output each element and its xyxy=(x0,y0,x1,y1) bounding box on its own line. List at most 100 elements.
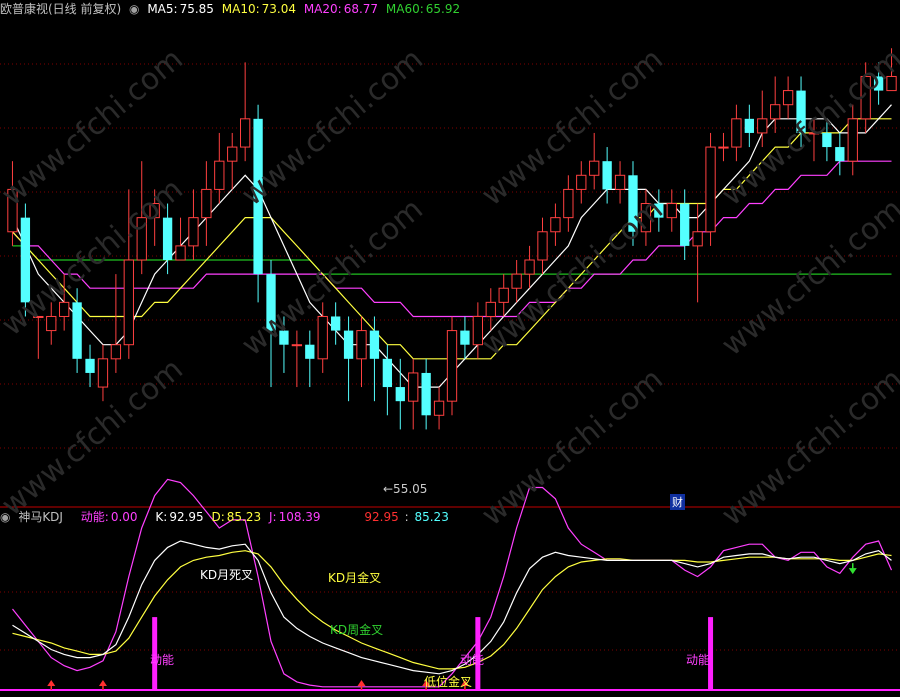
k-label: K: xyxy=(155,510,168,524)
candle-body-up xyxy=(576,174,587,190)
candle-body-down xyxy=(460,330,470,345)
kdj-title[interactable]: 神马KDJ xyxy=(18,510,63,524)
stock-title[interactable]: 欧普康视(日线 前复权) xyxy=(0,2,121,16)
candle-body-up xyxy=(227,146,238,162)
low-price-marker: ←55.05 xyxy=(383,482,428,496)
dongneng-label-2: 动能 xyxy=(460,653,485,667)
candle-body-up xyxy=(782,90,794,106)
candle-body-up xyxy=(550,217,561,233)
dongneng-label-1: 动能 xyxy=(150,653,175,667)
ma60-value: 65.92 xyxy=(425,2,461,16)
kd-week-gold-cross-label: KD周金叉 xyxy=(330,623,384,637)
candle-body-up xyxy=(524,259,535,275)
candle-body-up xyxy=(757,118,768,134)
separator-colon: : xyxy=(404,510,409,524)
k-value-red: 92.95 xyxy=(364,510,399,524)
candle-body-up xyxy=(33,315,44,318)
ma10-value: 73.04 xyxy=(261,2,296,16)
candle-body-down xyxy=(873,76,884,91)
kline-chart[interactable] xyxy=(0,0,900,697)
candle-body-up xyxy=(214,160,225,190)
candle-body-up xyxy=(201,188,212,219)
candle-body-up xyxy=(291,344,303,347)
j-value: 108.39 xyxy=(278,510,321,524)
dongneng-value: 0.00 xyxy=(110,510,138,524)
candle-body-up xyxy=(808,132,820,135)
price-panel-header: 欧普康视(日线 前复权) ◉ MA5: 75.85 MA10: 73.04 MA20… xyxy=(0,0,464,18)
candle-body-up xyxy=(7,188,18,233)
candle-body-up xyxy=(705,146,716,233)
d-value-cyan: 85.23 xyxy=(414,510,449,524)
candle-body-up xyxy=(537,231,548,261)
candle-body-down xyxy=(822,132,832,148)
candle-body-down xyxy=(382,358,393,388)
candle-body-up xyxy=(240,118,251,148)
candle-body-up xyxy=(589,160,600,176)
candle-body-down xyxy=(369,330,380,359)
d-value: 85.23 xyxy=(226,510,262,524)
candle-body-down xyxy=(20,217,31,303)
ma10-label: MA10: xyxy=(221,2,260,16)
candle-body-up xyxy=(123,259,134,346)
candle-body-down xyxy=(628,175,638,232)
candle-body-up xyxy=(408,372,419,402)
settings-circle-icon[interactable]: ◉ xyxy=(129,2,139,16)
candle-body-down xyxy=(395,387,405,402)
candle-body-up xyxy=(317,315,328,360)
candle-body-up xyxy=(46,315,57,332)
d-label: D: xyxy=(211,510,225,524)
candle-body-down xyxy=(162,217,173,260)
candle-body-down xyxy=(602,161,612,190)
candle-body-up xyxy=(175,245,186,261)
ma60-label: MA60: xyxy=(385,2,424,16)
down-arrow-icon xyxy=(848,568,857,575)
d-line xyxy=(12,550,892,670)
candle-body-up xyxy=(718,146,729,149)
candle-body-up xyxy=(860,75,871,120)
candle-body-up xyxy=(666,203,677,219)
j-label: J: xyxy=(268,510,277,524)
candle-body-up xyxy=(511,273,522,289)
candle-body-down xyxy=(343,330,354,359)
candle-body-up xyxy=(614,174,626,190)
candle-body-down xyxy=(654,203,664,218)
candle-body-up xyxy=(446,330,458,402)
candle-body-up xyxy=(886,75,897,92)
candle-body-up xyxy=(472,315,484,346)
candle-body-up xyxy=(770,104,781,120)
ma20-value: 68.77 xyxy=(343,2,379,16)
candle-body-down xyxy=(796,90,806,133)
ma5-label: MA5: xyxy=(147,2,178,16)
candle-body-down xyxy=(835,147,845,162)
candle-body-down xyxy=(330,316,341,331)
candle-body-down xyxy=(421,372,431,416)
ma20-label: MA20: xyxy=(303,2,342,16)
candle-body-down xyxy=(85,358,95,373)
candle-body-up xyxy=(731,118,742,148)
kd-month-gold-cross-label: KD月金叉 xyxy=(328,571,382,585)
candle-body-up xyxy=(692,231,703,247)
candle-body-up xyxy=(149,203,160,219)
candle-body-down xyxy=(279,330,289,345)
candle-body-up xyxy=(188,217,199,247)
candle-body-up xyxy=(110,344,122,360)
k-value: 92.95 xyxy=(169,510,204,524)
candle-body-up xyxy=(356,330,367,360)
candle-body-up xyxy=(136,217,147,261)
k-line xyxy=(12,540,892,675)
low-gold-cross-label: 低位金叉 xyxy=(424,675,473,689)
ma5-value: 75.85 xyxy=(179,2,214,16)
candle-body-down xyxy=(72,302,82,359)
candle-body-down xyxy=(680,203,690,246)
candle-body-up xyxy=(485,301,496,317)
candle-body-up xyxy=(847,118,858,162)
candle-body-down xyxy=(266,274,276,331)
finance-badge[interactable]: 财 xyxy=(670,494,685,510)
kd-month-dead-cross-label: KD月死叉 xyxy=(200,568,254,582)
dongneng-label-3: 动能 xyxy=(686,653,711,667)
candle-body-up xyxy=(498,287,509,303)
candle-body-down xyxy=(253,118,263,275)
settings-circle-icon[interactable]: ◉ xyxy=(0,510,10,524)
candle-body-up xyxy=(640,203,652,233)
candle-body-down xyxy=(305,344,315,359)
